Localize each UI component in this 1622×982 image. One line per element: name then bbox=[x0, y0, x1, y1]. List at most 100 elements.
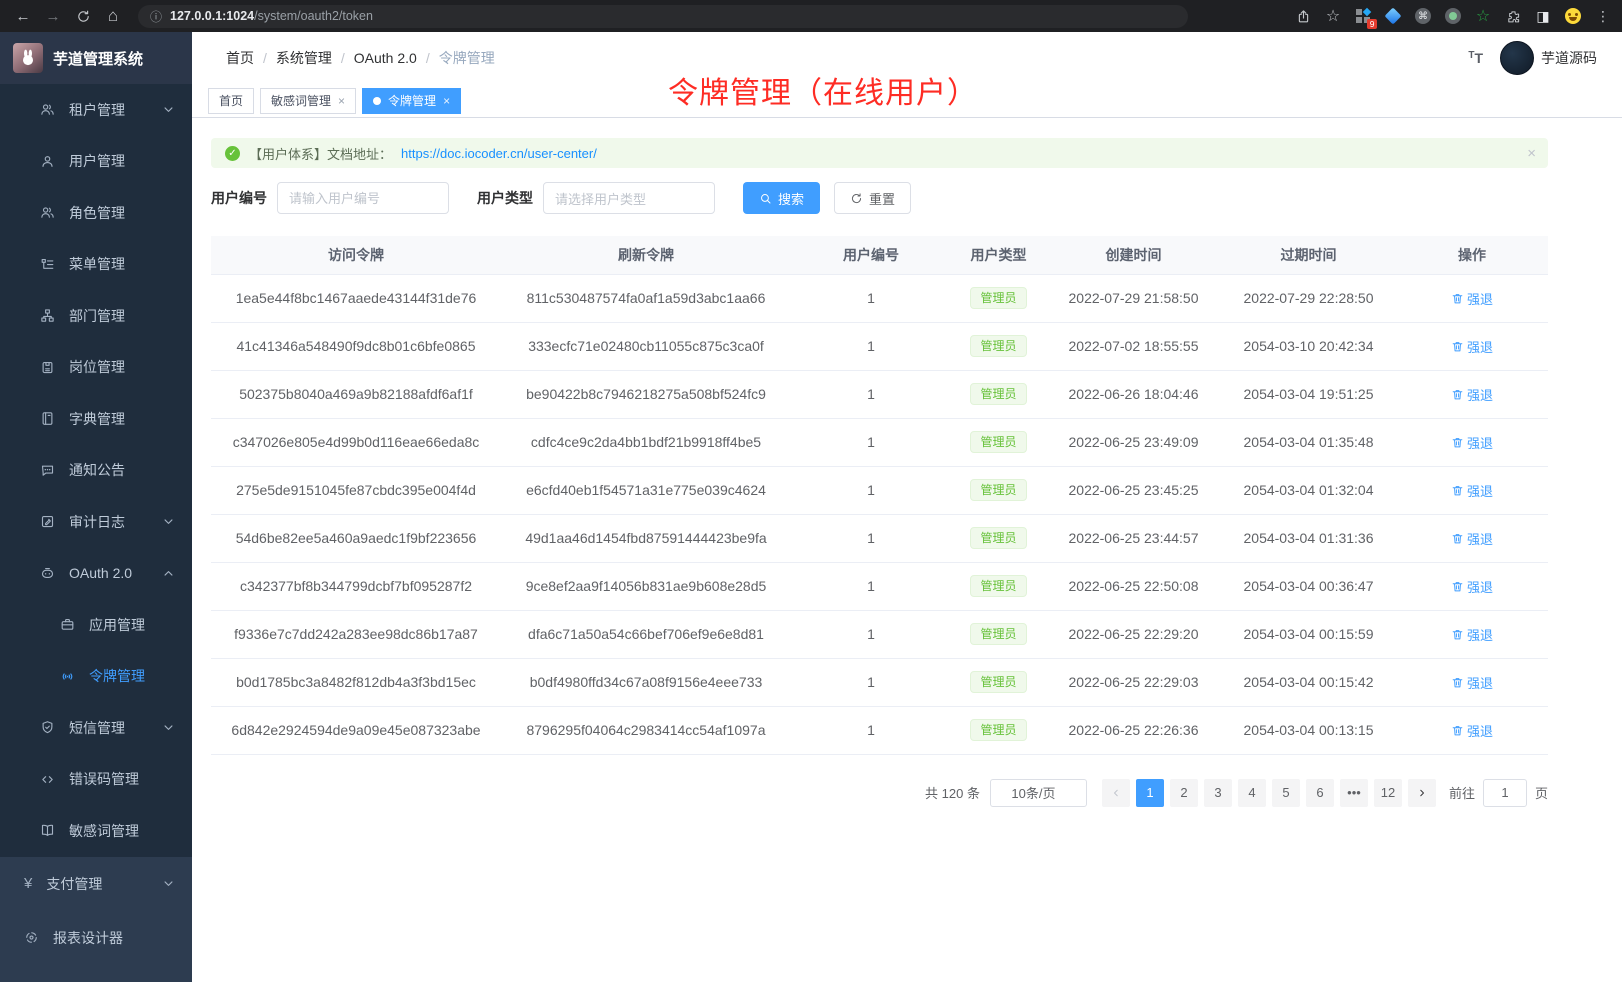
sidebar-item-审计日志[interactable]: 审计日志 bbox=[0, 496, 192, 548]
force-logout-button[interactable]: 强退 bbox=[1451, 577, 1493, 596]
tab-label: 令牌管理 bbox=[388, 92, 436, 109]
sidebar-item-敏感词管理[interactable]: 敏感词管理 bbox=[0, 805, 192, 857]
page-content: ✓ 【用户体系】文档地址： https://doc.iocoder.cn/use… bbox=[192, 118, 1548, 807]
force-logout-button[interactable]: 强退 bbox=[1451, 481, 1493, 500]
user-type-badge: 管理员 bbox=[970, 335, 1026, 357]
sidebar-item-label: 审计日志 bbox=[69, 512, 125, 532]
sidebar-item-OAuth 2.0[interactable]: OAuth 2.0 bbox=[0, 548, 192, 600]
sidebar-item-令牌管理[interactable]: 令牌管理 bbox=[0, 651, 192, 703]
page-button-2[interactable]: 2 bbox=[1170, 779, 1198, 807]
force-logout-button[interactable]: 强退 bbox=[1451, 673, 1493, 692]
page-button-3[interactable]: 3 bbox=[1204, 779, 1232, 807]
force-logout-button[interactable]: 强退 bbox=[1451, 625, 1493, 644]
force-logout-button[interactable]: 强退 bbox=[1451, 337, 1493, 356]
info-icon[interactable]: ⓘ bbox=[150, 8, 162, 25]
refresh-token-cell: 49d1aa46d1454fbd87591444423be9fa bbox=[501, 514, 791, 562]
tab-首页[interactable]: 首页 bbox=[208, 88, 254, 114]
force-logout-button[interactable]: 强退 bbox=[1451, 721, 1493, 740]
sidebar-item-租户管理[interactable]: 租户管理 bbox=[0, 84, 192, 136]
user-type-cell: 管理员 bbox=[951, 610, 1046, 658]
app-header: 首页/ 系统管理/ OAuth 2.0/ 令牌管理 TT 芋道源码 bbox=[192, 32, 1622, 84]
page-button-5[interactable]: 5 bbox=[1272, 779, 1300, 807]
user-avatar[interactable] bbox=[1500, 41, 1534, 75]
prev-page-button[interactable] bbox=[1102, 779, 1130, 807]
share-icon[interactable] bbox=[1294, 7, 1312, 25]
user-id-input[interactable] bbox=[277, 182, 449, 214]
goto-page-input[interactable] bbox=[1483, 779, 1527, 807]
force-logout-button[interactable]: 强退 bbox=[1451, 529, 1493, 548]
bookmark-star-icon[interactable]: ☆ bbox=[1324, 7, 1342, 25]
page-button-12[interactable]: 12 bbox=[1374, 779, 1402, 807]
next-page-button[interactable] bbox=[1408, 779, 1436, 807]
sidebar-item-短信管理[interactable]: 短信管理 bbox=[0, 702, 192, 754]
close-icon[interactable]: × bbox=[443, 94, 450, 108]
create-time-cell: 2022-06-25 23:44:57 bbox=[1046, 514, 1221, 562]
sidebar-item-应用管理[interactable]: 应用管理 bbox=[0, 599, 192, 651]
trash-icon bbox=[1451, 724, 1464, 737]
home-icon[interactable]: ⌂ bbox=[100, 3, 126, 29]
tab-敏感词管理[interactable]: 敏感词管理× bbox=[260, 88, 356, 114]
user-menu[interactable]: 芋道源码 bbox=[1500, 41, 1604, 75]
column-header: 创建时间 bbox=[1046, 236, 1221, 274]
action-cell: 强退 bbox=[1396, 370, 1548, 418]
puzzle-icon[interactable] bbox=[1504, 7, 1522, 25]
sidebar-item-支付管理[interactable]: ¥支付管理 bbox=[0, 857, 192, 911]
code-icon bbox=[40, 772, 55, 787]
back-icon[interactable]: ← bbox=[10, 3, 36, 29]
close-icon[interactable]: × bbox=[338, 94, 345, 108]
force-logout-button[interactable]: 强退 bbox=[1451, 433, 1493, 452]
force-logout-button[interactable]: 强退 bbox=[1451, 289, 1493, 308]
breadcrumb-item[interactable]: 系统管理 bbox=[276, 48, 332, 68]
sidebar-item-报表设计器[interactable]: 报表设计器 bbox=[0, 911, 192, 965]
user-type-select[interactable]: 请选择用户类型 bbox=[543, 182, 715, 214]
trash-icon bbox=[1451, 388, 1464, 401]
page-ellipsis[interactable]: ••• bbox=[1340, 779, 1368, 807]
sidebar-item-部门管理[interactable]: 部门管理 bbox=[0, 290, 192, 342]
extension-grid-icon[interactable]: 9 bbox=[1354, 7, 1372, 25]
force-logout-label: 强退 bbox=[1467, 289, 1493, 308]
gem-icon[interactable] bbox=[1384, 7, 1402, 25]
sidebar-item-用户管理[interactable]: 用户管理 bbox=[0, 136, 192, 188]
refresh-icon[interactable] bbox=[70, 3, 96, 29]
tab-令牌管理[interactable]: 令牌管理 × bbox=[362, 88, 461, 114]
table-row: c342377bf8b344799dcbf7bf095287f29ce8ef2a… bbox=[211, 562, 1548, 610]
alert-doc-link[interactable]: https://doc.iocoder.cn/user-center/ bbox=[401, 146, 597, 161]
pagination-total: 共 120 条 bbox=[925, 783, 980, 802]
sidebar-item-字典管理[interactable]: 字典管理 bbox=[0, 393, 192, 445]
forward-icon[interactable]: → bbox=[40, 3, 66, 29]
address-bar[interactable]: ⓘ 127.0.0.1:1024/system/oauth2/token bbox=[138, 5, 1188, 28]
sidebar-item-角色管理[interactable]: 角色管理 bbox=[0, 187, 192, 239]
force-logout-button[interactable]: 强退 bbox=[1451, 385, 1493, 404]
sidebar-item-错误码管理[interactable]: 错误码管理 bbox=[0, 754, 192, 806]
page-button-1[interactable]: 1 bbox=[1136, 779, 1164, 807]
page-size-select[interactable]: 10条/页 bbox=[990, 779, 1087, 807]
refresh-token-cell: e6cfd40eb1f54571a31e775e039c4624 bbox=[501, 466, 791, 514]
chevron-down-icon bbox=[161, 514, 176, 529]
access-token-cell: b0d1785bc3a8482f812db4a3f3bd15ec bbox=[211, 658, 501, 706]
action-cell: 强退 bbox=[1396, 274, 1548, 322]
user-id-cell: 1 bbox=[791, 370, 951, 418]
emoji-icon[interactable] bbox=[1564, 7, 1582, 25]
record-icon[interactable] bbox=[1444, 7, 1462, 25]
green-star-icon[interactable]: ☆ bbox=[1474, 7, 1492, 25]
page-button-4[interactable]: 4 bbox=[1238, 779, 1266, 807]
search-button[interactable]: 搜索 bbox=[743, 182, 820, 214]
sidebar-item-岗位管理[interactable]: 岗位管理 bbox=[0, 342, 192, 394]
user-id-cell: 1 bbox=[791, 562, 951, 610]
breadcrumb-item[interactable]: OAuth 2.0 bbox=[354, 50, 417, 66]
command-icon[interactable]: ⌘ bbox=[1414, 7, 1432, 25]
user-type-badge: 管理员 bbox=[970, 527, 1026, 549]
app-logo[interactable]: 芋道管理系统 bbox=[0, 32, 192, 84]
kebab-menu-icon[interactable]: ⋮ bbox=[1594, 7, 1612, 25]
tab-label: 首页 bbox=[219, 92, 243, 109]
breadcrumb-item[interactable]: 首页 bbox=[226, 48, 254, 68]
close-icon[interactable]: × bbox=[1527, 145, 1536, 162]
sidebar-item-label: 租户管理 bbox=[69, 100, 125, 120]
page-button-6[interactable]: 6 bbox=[1306, 779, 1334, 807]
sidebar-item-通知公告[interactable]: 通知公告 bbox=[0, 445, 192, 497]
halfsquare-icon[interactable]: ◨ bbox=[1534, 7, 1552, 25]
font-size-icon[interactable]: TT bbox=[1468, 50, 1483, 66]
sidebar-item-菜单管理[interactable]: 菜单管理 bbox=[0, 239, 192, 291]
reset-button[interactable]: 重置 bbox=[834, 182, 911, 214]
create-time-cell: 2022-06-25 22:50:08 bbox=[1046, 562, 1221, 610]
